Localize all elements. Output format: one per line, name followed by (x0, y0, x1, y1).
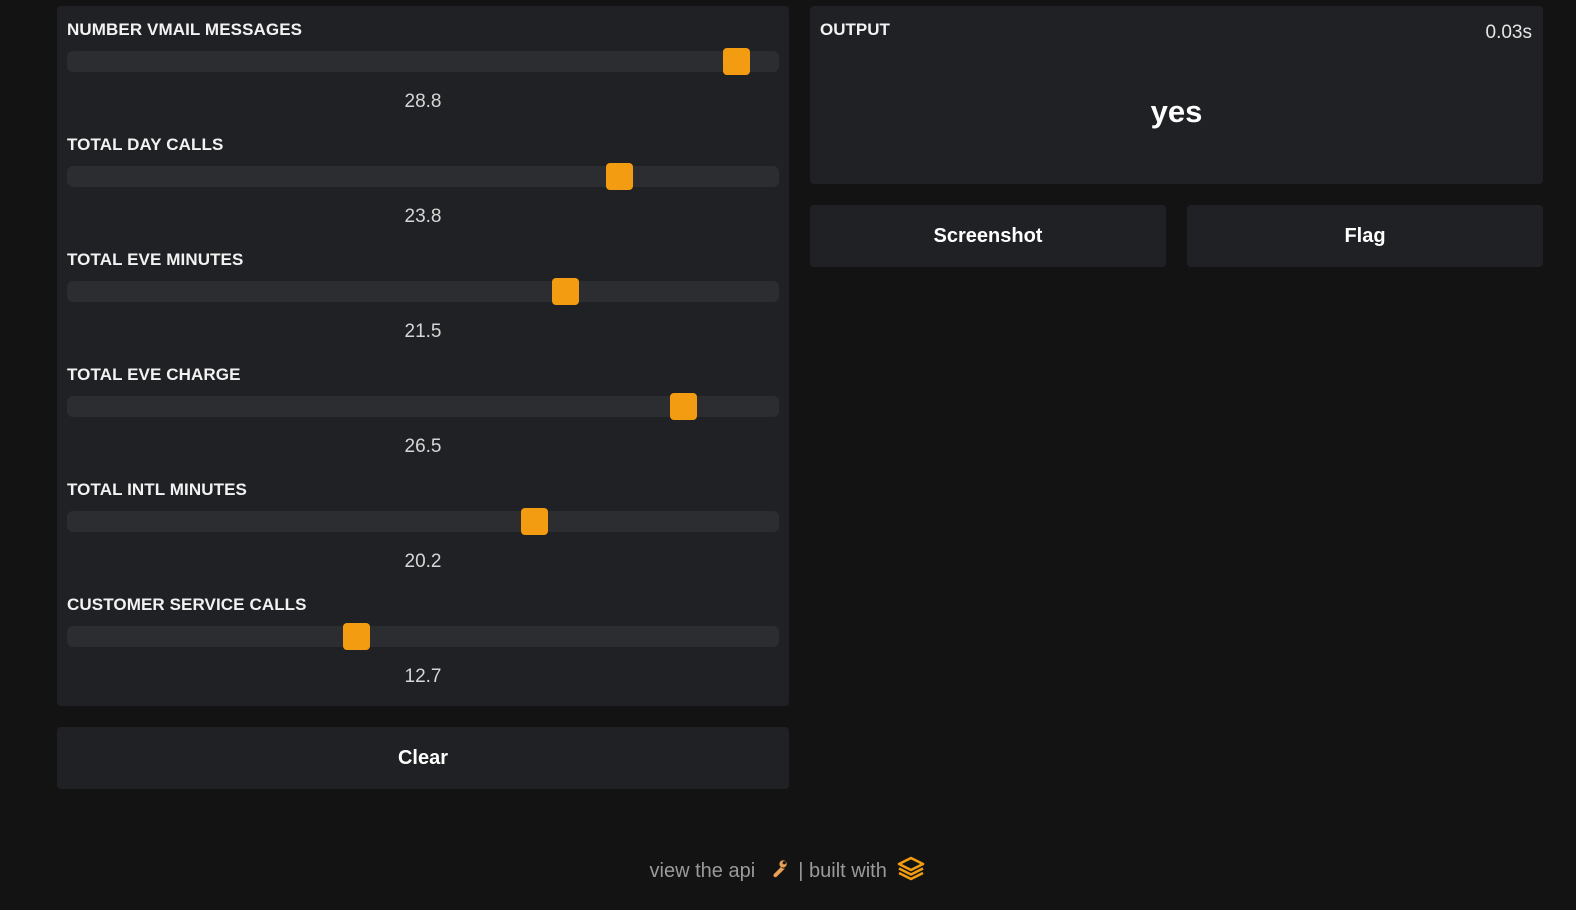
slider-group: TOTAL EVE MINUTES 21.5 (67, 236, 779, 351)
slider-track[interactable] (67, 623, 779, 650)
slider-value: 23.8 (404, 206, 442, 227)
slider-value: 28.8 (404, 91, 442, 112)
slider-track[interactable] (67, 393, 779, 420)
output-time: 0.03s (1485, 22, 1532, 43)
slider-value: 12.7 (404, 666, 442, 687)
slider-label: TOTAL INTL MINUTES (67, 480, 247, 499)
input-panel: NUMBER VMAIL MESSAGES 28.8 TOTAL DAY CALLS… (57, 6, 789, 706)
view-api-link[interactable]: view the api (650, 860, 795, 882)
slider-track[interactable] (67, 48, 779, 75)
slider-label: CUSTOMER SERVICE CALLS (67, 595, 307, 614)
brand-logo-link[interactable] (892, 856, 926, 882)
slider-thumb[interactable] (723, 48, 751, 75)
slider-value: 26.5 (404, 436, 442, 457)
slider-track[interactable] (67, 508, 779, 535)
footer: view the api | built with (0, 856, 1576, 888)
slider-group: TOTAL INTL MINUTES 20.2 (67, 466, 779, 581)
slider-label: TOTAL EVE CHARGE (67, 365, 241, 384)
slider-value: 21.5 (404, 321, 442, 342)
slider-group: CUSTOMER SERVICE CALLS 12.7 (67, 581, 779, 696)
clear-button[interactable]: Clear (57, 727, 789, 789)
slider-label: NUMBER VMAIL MESSAGES (67, 20, 303, 39)
screenshot-button[interactable]: Screenshot (810, 205, 1166, 267)
slider-value: 20.2 (404, 551, 442, 572)
slider-thumb[interactable] (343, 623, 371, 650)
slider-group: NUMBER VMAIL MESSAGES 28.8 (67, 6, 779, 121)
slider-track[interactable] (67, 163, 779, 190)
view-api-label: view the api (649, 860, 756, 883)
output-label: OUTPUT (820, 20, 890, 39)
slider-thumb[interactable] (605, 163, 633, 190)
slider-thumb[interactable] (521, 508, 549, 535)
slider-group: TOTAL DAY CALLS 23.8 (67, 121, 779, 236)
slider-group: TOTAL EVE CHARGE 26.5 (67, 351, 779, 466)
built-with-label: | built with (798, 860, 887, 883)
slider-thumb[interactable] (551, 278, 579, 305)
output-panel: OUTPUT 0.03s yes (810, 6, 1543, 184)
stacked-layers-logo-icon (896, 856, 926, 888)
slider-thumb[interactable] (669, 393, 697, 420)
output-value: yes (1150, 94, 1203, 129)
slider-label: TOTAL DAY CALLS (67, 135, 224, 154)
slider-track[interactable] (67, 278, 779, 305)
wrench-icon (767, 858, 789, 886)
slider-label: TOTAL EVE MINUTES (67, 250, 244, 269)
flag-button[interactable]: Flag (1187, 205, 1543, 267)
